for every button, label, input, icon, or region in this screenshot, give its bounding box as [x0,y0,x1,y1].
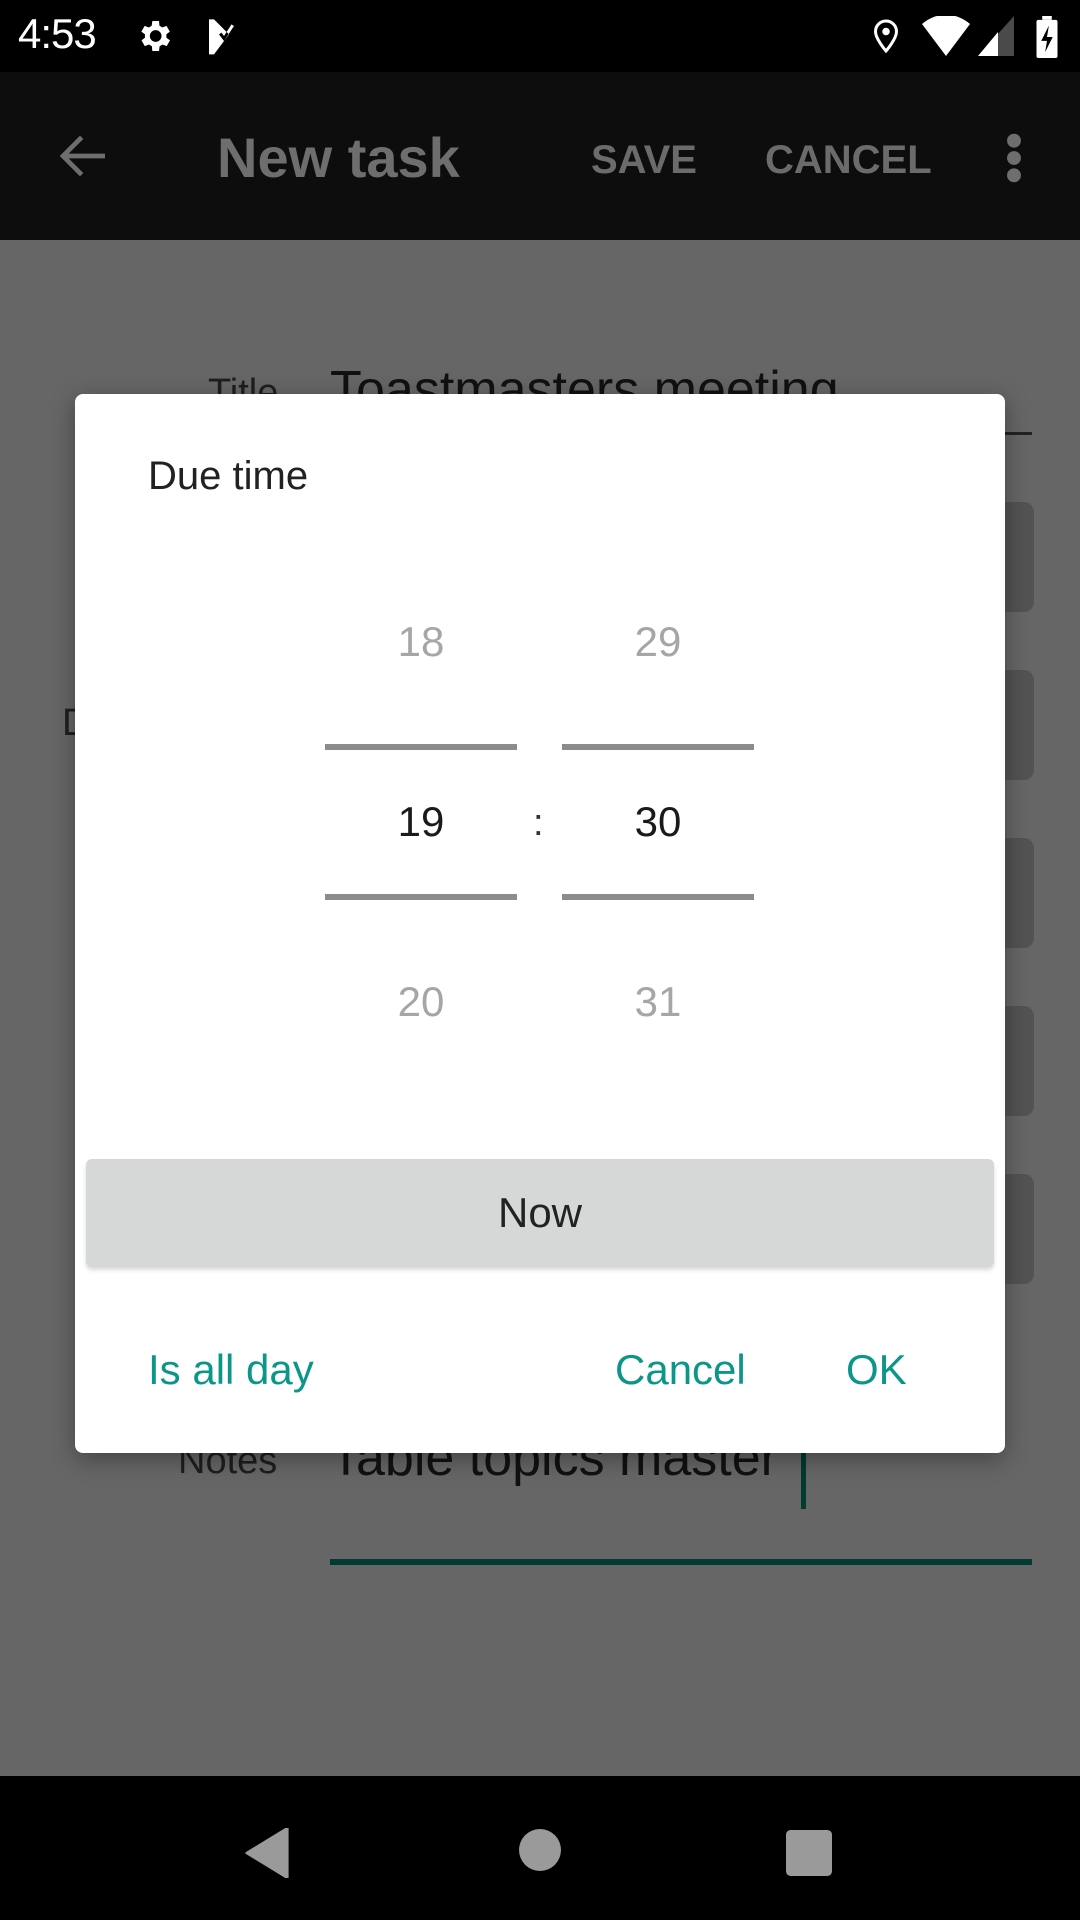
arrow-back-icon[interactable] [56,128,112,189]
navigation-bar [0,1776,1080,1920]
hour-prev[interactable]: 18 [325,618,517,666]
minute-prev[interactable]: 29 [562,618,754,666]
screen: 4:53 New task SAVE CANCEL Title Toastmas… [0,0,1080,1920]
minute-divider-bottom [562,894,754,900]
hour-divider-top [325,744,517,750]
status-bar: 4:53 [0,0,1080,72]
more-vert-icon[interactable] [1005,132,1023,189]
signal-icon [978,16,1014,61]
app-bar: New task SAVE CANCEL [0,72,1080,240]
dialog-title: Due time [148,454,309,498]
hour-selected[interactable]: 19 [325,798,517,846]
page-title: New task [217,126,460,189]
minute-selected[interactable]: 30 [562,798,754,846]
notes-underline [330,1559,1032,1565]
now-button[interactable]: Now [86,1159,994,1267]
nav-back-icon[interactable] [244,1826,290,1883]
minute-divider-top [562,744,754,750]
cancel-button[interactable]: Cancel [615,1346,746,1394]
nav-recents-icon[interactable] [786,1830,832,1881]
wifi-icon [922,14,970,61]
minute-next[interactable]: 31 [562,978,754,1026]
ok-button[interactable]: OK [846,1346,907,1394]
time-separator: : [533,802,544,844]
due-time-dialog: Due time 18 19 20 : 29 30 31 Now Is all … [75,394,1005,1453]
cancel-toolbar-button[interactable]: CANCEL [765,138,932,183]
hour-next[interactable]: 20 [325,978,517,1026]
nav-home-icon[interactable] [519,1828,561,1877]
gear-icon [134,16,174,61]
all-day-button[interactable]: Is all day [148,1346,314,1394]
battery-charging-icon [1034,16,1060,63]
hour-divider-bottom [325,894,517,900]
location-icon [868,16,904,61]
status-time: 4:53 [18,10,97,57]
task-check-icon [204,16,244,61]
save-button[interactable]: SAVE [591,138,697,183]
